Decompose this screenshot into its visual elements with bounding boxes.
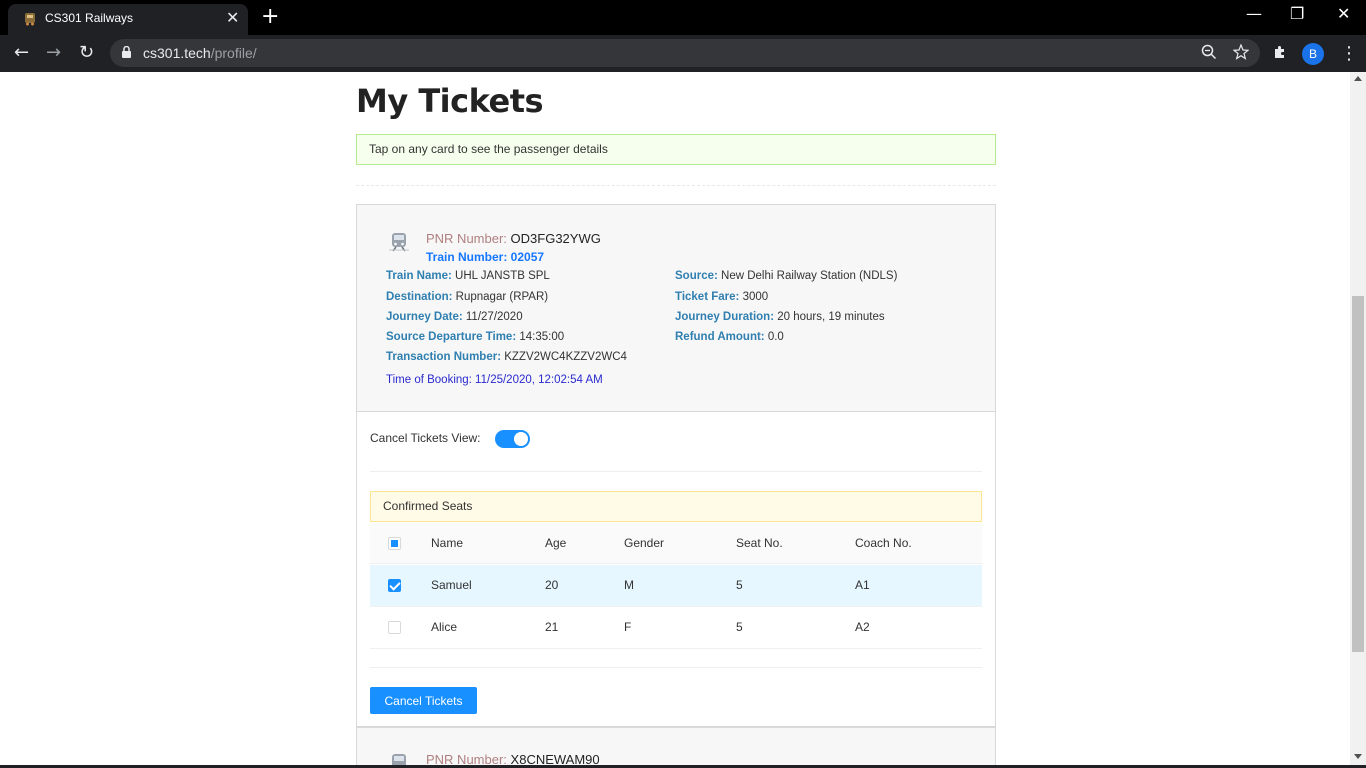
field-journey-date: Journey Date: 11/27/2020 (386, 311, 523, 323)
passenger-coach: A1 (855, 578, 870, 592)
train-icon (389, 233, 409, 252)
train-favicon-icon (25, 13, 35, 26)
field-label: Journey Date: (386, 311, 463, 323)
page-scrollbar[interactable] (1350, 72, 1366, 765)
minimize-icon[interactable]: — (1246, 4, 1262, 23)
pnr-number: PNR Number: X8CNEWAM90 (426, 752, 600, 765)
url-host: cs301.tech (143, 45, 211, 61)
field-value: 0.0 (767, 331, 784, 343)
field-destination: Destination: Rupnagar (RPAR) (386, 291, 548, 303)
field-value: 20 hours, 19 minutes (777, 311, 885, 323)
back-icon[interactable]: ← (14, 42, 29, 63)
pnr-label: PNR Number: (426, 752, 507, 765)
passenger-gender: F (624, 620, 632, 634)
passenger-age: 20 (545, 578, 559, 592)
window-close-icon[interactable]: ✕ (1337, 4, 1350, 23)
pnr-number: PNR Number: OD3FG32YWG (426, 231, 601, 246)
passenger-name: Alice (431, 620, 458, 634)
field-label: Refund Amount: (675, 331, 765, 343)
field-transaction-number: Transaction Number: KZZV2WC4KZZV2WC4 (386, 351, 627, 363)
zoom-icon[interactable] (1201, 44, 1217, 60)
col-age: Age (545, 536, 567, 550)
scroll-up-icon[interactable] (1354, 76, 1362, 81)
scrollbar-thumb[interactable] (1352, 296, 1364, 652)
extensions-icon[interactable] (1272, 44, 1288, 60)
url-path: /profile/ (210, 45, 257, 61)
pnr-label: PNR Number: (426, 231, 507, 246)
page-title: My Tickets (356, 82, 544, 120)
field-label: Source: (675, 270, 718, 282)
cancel-view-toggle[interactable] (495, 430, 530, 448)
field-value: KZZV2WC4KZZV2WC4 (504, 351, 627, 363)
passenger-gender: M (624, 578, 634, 592)
field-train-name: Train Name: UHL JANSTB SPL (386, 270, 550, 282)
passenger-age: 21 (545, 620, 559, 634)
tab-close-icon[interactable]: ✕ (226, 8, 239, 27)
passenger-coach: A2 (855, 620, 870, 634)
bookmark-star-icon[interactable] (1233, 44, 1249, 60)
cancel-view-label: Cancel Tickets View: (370, 431, 481, 445)
field-value: 3000 (742, 291, 769, 303)
time-of-booking: Time of Booking: 11/25/2020, 12:02:54 AM (386, 374, 603, 386)
field-value: 14:35:00 (519, 331, 565, 343)
field-label: Ticket Fare: (675, 291, 740, 303)
url-text: cs301.tech/profile/ (143, 45, 257, 61)
field-label: Destination: (386, 291, 453, 303)
scroll-down-icon[interactable] (1354, 754, 1362, 759)
pnr-value: X8CNEWAM90 (510, 752, 600, 765)
restore-icon[interactable]: ❐ (1290, 4, 1304, 23)
new-tab-icon[interactable]: + (261, 4, 279, 29)
field-label: Transaction Number: (386, 351, 502, 363)
field-value: 11/27/2020 (465, 311, 523, 323)
field-label: Train Name: (386, 270, 452, 282)
page-viewport: My Tickets Tap on any card to see the pa… (0, 72, 1350, 765)
field-journey-duration: Journey Duration: 20 hours, 19 minutes (675, 311, 885, 323)
lock-icon (122, 46, 131, 58)
pnr-value: OD3FG32YWG (510, 231, 601, 246)
divider (370, 471, 982, 472)
profile-avatar[interactable]: B (1302, 43, 1324, 65)
field-refund-amount: Refund Amount: 0.0 (675, 331, 784, 343)
passenger-name: Samuel (431, 578, 472, 592)
row-checkbox[interactable] (388, 579, 401, 592)
col-coach: Coach No. (855, 536, 912, 550)
field-value: New Delhi Railway Station (NDLS) (721, 270, 898, 282)
dashed-divider (356, 185, 996, 186)
col-gender: Gender (624, 536, 665, 550)
field-value: UHL JANSTB SPL (455, 270, 550, 282)
field-label: Source Departure Time: (386, 331, 517, 343)
cancel-tickets-button[interactable]: Cancel Tickets (370, 687, 477, 714)
table-row[interactable]: Samuel 20 M 5 A1 (370, 565, 982, 607)
passenger-seat: 5 (736, 578, 743, 592)
forward-icon[interactable]: → (46, 42, 61, 63)
field-label: Journey Duration: (675, 311, 775, 323)
row-checkbox[interactable] (388, 621, 401, 634)
table-header: Name Age Gender Seat No. Coach No. (370, 523, 982, 564)
field-value: Rupnagar (RPAR) (455, 291, 549, 303)
browser-menu-icon[interactable]: ⋮ (1340, 43, 1358, 64)
passenger-seat: 5 (736, 620, 743, 634)
table-row[interactable]: Alice 21 F 5 A2 (370, 607, 982, 649)
reload-icon[interactable]: ↻ (79, 42, 94, 63)
field-source: Source: New Delhi Railway Station (NDLS) (675, 270, 897, 282)
browser-tab[interactable]: CS301 Railways ✕ (8, 4, 248, 35)
train-icon (392, 754, 406, 765)
col-seat: Seat No. (736, 536, 783, 550)
browser-tab-bar: CS301 Railways ✕ + — ❐ ✕ (0, 0, 1366, 35)
select-all-checkbox[interactable] (388, 537, 401, 550)
confirmed-seats-banner: Confirmed Seats (370, 491, 982, 522)
browser-toolbar: ← → ↻ cs301.tech/profile/ B ⋮ (0, 35, 1366, 72)
ticket-card[interactable]: PNR Number: OD3FG32YWG Train Number: 020… (356, 204, 996, 727)
toggle-knob (514, 432, 528, 446)
info-alert: Tap on any card to see the passenger det… (356, 134, 996, 165)
col-name: Name (431, 536, 464, 550)
field-ticket-fare: Ticket Fare: 3000 (675, 291, 768, 303)
tab-title: CS301 Railways (45, 11, 134, 25)
divider (370, 667, 982, 668)
ticket-card-next[interactable]: PNR Number: X8CNEWAM90 (356, 727, 996, 765)
ticket-card-header[interactable]: PNR Number: OD3FG32YWG Train Number: 020… (357, 205, 995, 412)
train-number: Train Number: 02057 (426, 250, 545, 264)
address-bar[interactable]: cs301.tech/profile/ (110, 39, 1260, 67)
field-departure-time: Source Departure Time: 14:35:00 (386, 331, 564, 343)
